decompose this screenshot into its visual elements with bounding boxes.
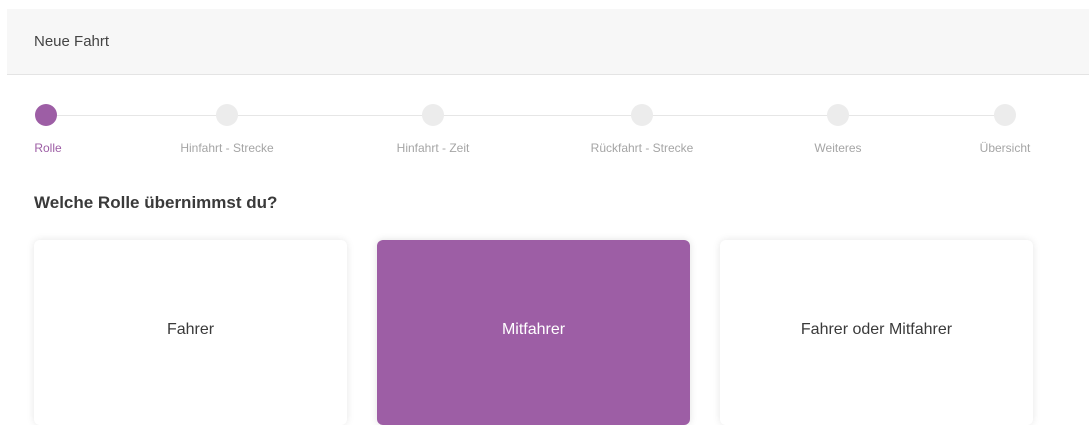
role-card-fahrer[interactable]: Fahrer [34,240,347,425]
step-label-hinfahrt-strecke[interactable]: Hinfahrt - Strecke [180,141,273,155]
step-label-rueckfahrt-strecke[interactable]: Rückfahrt - Strecke [591,141,694,155]
step-label-weiteres[interactable]: Weiteres [814,141,861,155]
page-title: Neue Fahrt [34,33,110,50]
step-label-rolle[interactable]: Rolle [34,141,61,155]
role-card-fahrer-oder-mitfahrer-label: Fahrer oder Mitfahrer [800,320,953,338]
step-dot-hinfahrt-strecke[interactable] [216,104,238,126]
role-card-fahrer-label: Fahrer [166,320,215,338]
step-dot-hinfahrt-zeit[interactable] [422,104,444,126]
role-card-mitfahrer[interactable]: Mitfahrer [377,240,690,425]
progress-stepper: Rolle Hinfahrt - Strecke Hinfahrt - Zeit… [0,100,1089,160]
step-dot-rueckfahrt-strecke[interactable] [631,104,653,126]
step-label-hinfahrt-zeit[interactable]: Hinfahrt - Zeit [397,141,470,155]
step-dot-rolle[interactable] [35,104,57,126]
role-card-fahrer-oder-mitfahrer[interactable]: Fahrer oder Mitfahrer [720,240,1033,425]
step-dot-weiteres[interactable] [827,104,849,126]
role-question-heading: Welche Rolle übernimmst du? [34,193,278,212]
page-header: Neue Fahrt [7,9,1089,75]
role-card-mitfahrer-label: Mitfahrer [501,320,566,338]
stepper-track-line [46,115,1006,116]
step-label-uebersicht[interactable]: Übersicht [980,141,1031,155]
step-dot-uebersicht[interactable] [994,104,1016,126]
